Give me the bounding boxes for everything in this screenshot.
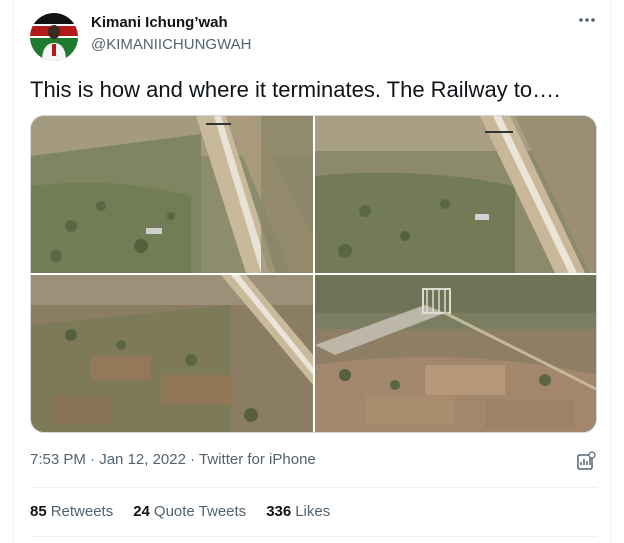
tweet-text: This is how and where it terminates. The… <box>30 77 561 102</box>
retweets-label: Retweets <box>50 503 114 520</box>
media-photo-3[interactable] <box>31 275 313 432</box>
likes-label: Likes <box>295 503 331 520</box>
media-grid <box>30 115 597 433</box>
likes-stat[interactable]: 336 Likes <box>266 503 330 520</box>
tweet-card: Kimani Ichung’wah @KIMANIICHUNGWAH This … <box>12 0 612 543</box>
retweets-count: 85 <box>30 503 47 520</box>
tweet-time[interactable]: 7:53 PM <box>30 451 86 468</box>
author-name[interactable]: Kimani Ichung’wah <box>91 14 228 31</box>
tweet-stats: 85 Retweets 24 Quote Tweets 336 Likes <box>30 503 330 520</box>
media-photo-1[interactable] <box>31 116 313 273</box>
likes-count: 336 <box>266 503 292 520</box>
tweet-source[interactable]: Twitter for iPhone <box>199 451 316 468</box>
tweet-meta: 7:53 PM · Jan 12, 2022 · Twitter for iPh… <box>30 451 316 468</box>
ellipsis-icon[interactable] <box>576 12 598 32</box>
divider <box>30 536 597 537</box>
author-handle[interactable]: @KIMANIICHUNGWAH <box>91 36 252 53</box>
tweet-date[interactable]: Jan 12, 2022 <box>99 451 186 468</box>
media-photo-4[interactable] <box>315 275 596 432</box>
avatar[interactable] <box>30 13 78 61</box>
meta-separator: · <box>90 451 96 468</box>
analytics-icon[interactable] <box>575 450 597 472</box>
quote-tweets-count: 24 <box>133 503 150 520</box>
retweets-stat[interactable]: 85 Retweets <box>30 503 113 520</box>
quote-tweets-stat[interactable]: 24 Quote Tweets <box>133 503 246 520</box>
quote-tweets-label: Quote Tweets <box>153 503 247 520</box>
divider <box>30 487 597 488</box>
meta-separator: · <box>190 451 196 468</box>
media-photo-2[interactable] <box>315 116 596 273</box>
